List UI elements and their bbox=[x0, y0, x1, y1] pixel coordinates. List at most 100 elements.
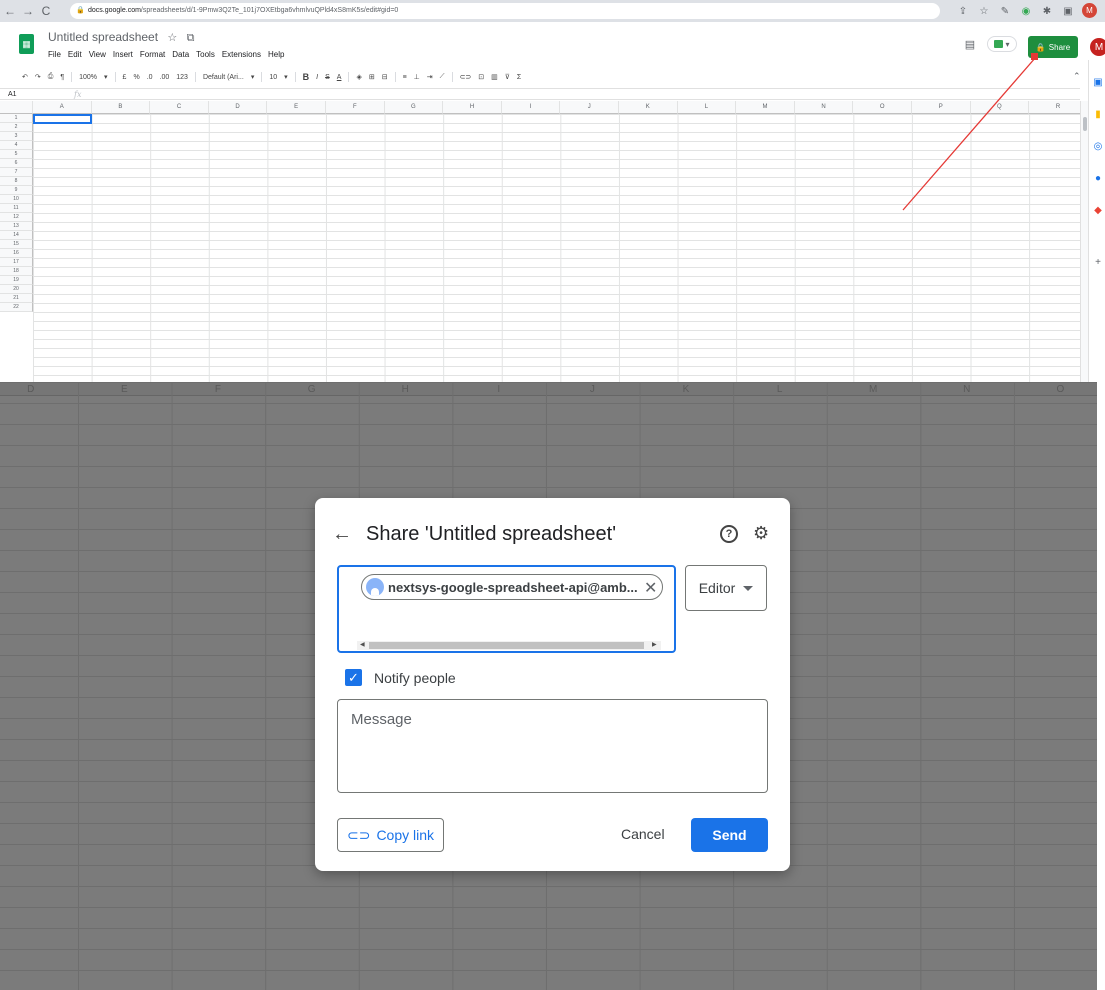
column-header-k[interactable]: K bbox=[619, 101, 678, 114]
scrollbar-thumb[interactable] bbox=[369, 642, 644, 649]
row-header-2[interactable]: 2 bbox=[0, 123, 33, 132]
row-header-18[interactable]: 18 bbox=[0, 267, 33, 276]
more-formats-button[interactable]: 123 bbox=[176, 74, 188, 81]
message-textarea[interactable]: Message bbox=[337, 699, 768, 793]
row-header-12[interactable]: 12 bbox=[0, 213, 33, 222]
horizontal-scrollbar[interactable]: ◀ ▶ bbox=[357, 641, 661, 650]
row-header-15[interactable]: 15 bbox=[0, 240, 33, 249]
menu-data[interactable]: Data bbox=[172, 50, 189, 59]
keep-icon[interactable]: ▮ bbox=[1092, 108, 1104, 120]
font-select[interactable]: Default (Ari... bbox=[203, 74, 244, 81]
forward-icon[interactable]: → bbox=[20, 3, 36, 19]
row-header-16[interactable]: 16 bbox=[0, 249, 33, 258]
decrease-decimal-button[interactable]: .0 bbox=[147, 74, 153, 81]
column-header-m[interactable]: M bbox=[736, 101, 795, 114]
menu-extensions[interactable]: Extensions bbox=[222, 50, 261, 59]
redo-icon[interactable]: ↷ bbox=[35, 73, 41, 81]
row-header-1[interactable]: 1 bbox=[0, 114, 33, 123]
percent-format-button[interactable]: % bbox=[133, 74, 139, 81]
browser-profile-avatar[interactable]: M bbox=[1082, 3, 1097, 18]
menu-insert[interactable]: Insert bbox=[113, 50, 133, 59]
share-page-icon[interactable]: ⇪ bbox=[955, 3, 971, 19]
active-cell[interactable] bbox=[33, 114, 92, 124]
currency-format-button[interactable]: £ bbox=[123, 74, 127, 81]
text-wrap-icon[interactable]: ⇥ bbox=[427, 73, 433, 81]
column-header-e[interactable]: E bbox=[267, 101, 326, 114]
row-header-10[interactable]: 10 bbox=[0, 195, 33, 204]
column-header-l[interactable]: L bbox=[677, 101, 737, 114]
column-header-p[interactable]: P bbox=[912, 101, 971, 114]
text-rotation-icon[interactable]: ⟋ bbox=[440, 73, 445, 81]
bold-icon[interactable]: B bbox=[303, 72, 310, 82]
address-bar[interactable]: 🔒 docs.google.com/spreadsheets/d/1-9Pmw3… bbox=[70, 3, 940, 19]
tasks-icon[interactable]: ◎ bbox=[1092, 140, 1104, 152]
column-header-b[interactable]: B bbox=[91, 101, 151, 114]
bookmark-star-icon[interactable]: ☆ bbox=[976, 3, 992, 19]
send-button[interactable]: Send bbox=[691, 818, 768, 852]
scrollbar-thumb[interactable] bbox=[1083, 117, 1087, 131]
font-size-select[interactable]: 10 bbox=[269, 74, 277, 81]
row-header-4[interactable]: 4 bbox=[0, 141, 33, 150]
insert-link-icon[interactable]: ⊂⊃ bbox=[460, 73, 472, 81]
add-people-field[interactable]: nextsys-google-spreadsheet-api@amb... ✕ … bbox=[337, 565, 676, 653]
menu-file[interactable]: File bbox=[48, 50, 61, 59]
row-header-21[interactable]: 21 bbox=[0, 294, 33, 303]
scroll-left-icon[interactable]: ◀ bbox=[360, 641, 365, 650]
row-header-14[interactable]: 14 bbox=[0, 231, 33, 240]
share-button[interactable]: 🔒 Share bbox=[1028, 36, 1078, 58]
row-header-22[interactable]: 22 bbox=[0, 303, 33, 312]
menu-help[interactable]: Help bbox=[268, 50, 284, 59]
increase-decimal-button[interactable]: .00 bbox=[160, 74, 170, 81]
undo-icon[interactable]: ↶ bbox=[22, 73, 28, 81]
puzzle-icon[interactable]: ✱ bbox=[1039, 3, 1055, 19]
doc-title[interactable]: Untitled spreadsheet bbox=[48, 30, 158, 44]
column-header-o[interactable]: O bbox=[853, 101, 912, 114]
insert-comment-icon[interactable]: ⊡ bbox=[478, 73, 484, 81]
merge-cells-icon[interactable]: ⊟ bbox=[382, 73, 388, 81]
back-arrow-icon[interactable]: ← bbox=[331, 523, 353, 545]
recipient-chip[interactable]: nextsys-google-spreadsheet-api@amb... ✕ bbox=[361, 574, 663, 600]
vertical-scrollbar[interactable] bbox=[1080, 101, 1088, 382]
chevron-up-icon[interactable]: ⌃ bbox=[1073, 71, 1081, 82]
row-header-17[interactable]: 17 bbox=[0, 258, 33, 267]
add-addon-icon[interactable]: + bbox=[1092, 256, 1104, 268]
insert-chart-icon[interactable]: ▥ bbox=[491, 73, 498, 81]
remove-recipient-icon[interactable]: ✕ bbox=[644, 578, 657, 598]
cancel-button[interactable]: Cancel bbox=[621, 826, 665, 842]
meet-button[interactable]: ▾ bbox=[987, 36, 1017, 52]
comments-icon[interactable]: ▤ bbox=[962, 36, 978, 52]
spreadsheet-grid[interactable]: A B C D E F G H I J K L M N O P Q R 1 2 3 4 5 6 7 8 9 10 11 12 13 14 15 1… bbox=[0, 101, 1080, 382]
print-icon[interactable]: ⎙ bbox=[48, 73, 54, 81]
italic-icon[interactable]: I bbox=[316, 74, 318, 81]
column-header-n[interactable]: N bbox=[794, 101, 854, 114]
column-header-i[interactable]: I bbox=[501, 101, 561, 114]
functions-icon[interactable]: Σ bbox=[517, 74, 521, 81]
column-header-f[interactable]: F bbox=[326, 101, 385, 114]
row-header-6[interactable]: 6 bbox=[0, 159, 33, 168]
settings-gear-icon[interactable]: ⚙ bbox=[753, 523, 769, 544]
row-header-8[interactable]: 8 bbox=[0, 177, 33, 186]
align-icon[interactable]: ≡ bbox=[403, 74, 407, 81]
column-header-a[interactable]: A bbox=[33, 101, 92, 114]
move-folder-icon[interactable]: ⧉ bbox=[187, 32, 195, 44]
text-color-icon[interactable]: A bbox=[337, 74, 342, 81]
row-header-11[interactable]: 11 bbox=[0, 204, 33, 213]
extension-green-icon[interactable]: ◉ bbox=[1018, 3, 1034, 19]
row-header-3[interactable]: 3 bbox=[0, 132, 33, 141]
account-avatar[interactable]: M bbox=[1090, 38, 1105, 56]
contacts-icon[interactable]: ● bbox=[1092, 172, 1104, 184]
copy-link-button[interactable]: ⊂⊃ Copy link bbox=[337, 818, 444, 852]
vertical-align-icon[interactable]: ⊥ bbox=[414, 73, 420, 81]
row-header-7[interactable]: 7 bbox=[0, 168, 33, 177]
notify-people-row[interactable]: ✓ Notify people bbox=[345, 669, 456, 686]
paint-format-icon[interactable]: ¶ bbox=[60, 74, 64, 81]
select-all-corner[interactable] bbox=[0, 101, 33, 114]
column-header-g[interactable]: G bbox=[384, 101, 444, 114]
column-header-c[interactable]: C bbox=[150, 101, 209, 114]
window-icon[interactable]: ▣ bbox=[1060, 3, 1076, 19]
reload-icon[interactable]: C bbox=[38, 3, 54, 19]
extension-icon[interactable]: ✎ bbox=[997, 3, 1013, 19]
scroll-right-icon[interactable]: ▶ bbox=[652, 641, 657, 650]
column-header-j[interactable]: J bbox=[560, 101, 619, 114]
row-header-5[interactable]: 5 bbox=[0, 150, 33, 159]
